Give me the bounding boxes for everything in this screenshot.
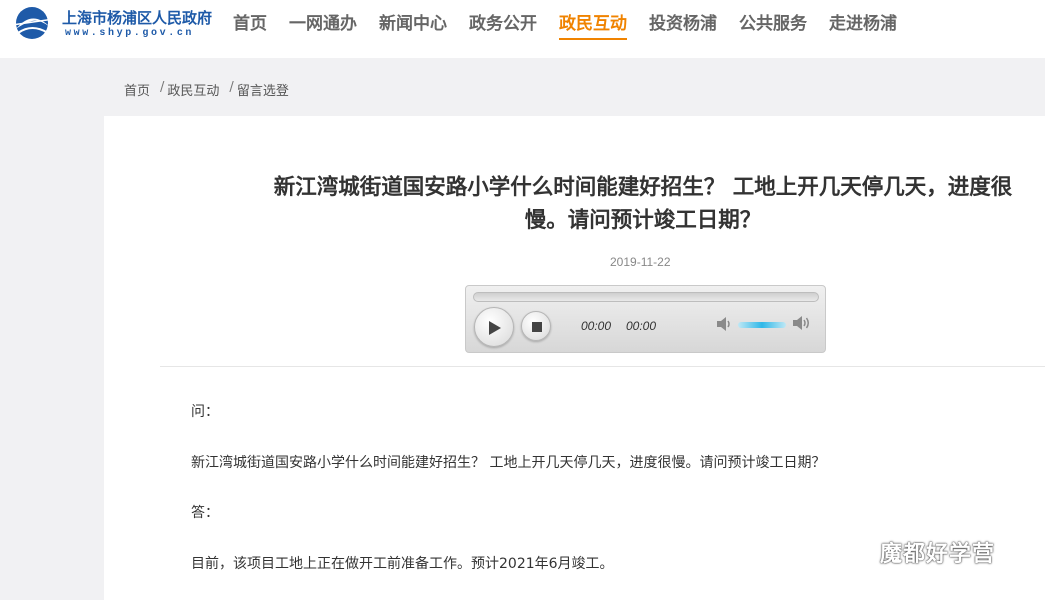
site-header: 上海市杨浦区人民政府 www.shyp.gov.cn 首页 一网通办 新闻中心 …: [0, 0, 1045, 58]
district-emblem-icon: [11, 7, 55, 39]
content-divider: [160, 366, 1045, 367]
watermark-text: 魔都好学营: [880, 542, 996, 567]
nav-item-public-interaction[interactable]: 政民互动: [548, 0, 638, 58]
volume-slider[interactable]: [738, 322, 786, 328]
answer-text: 目前，该项目工地上正在做开工前准备工作。预计2021年6月竣工。: [191, 556, 614, 572]
stop-button[interactable]: [521, 311, 551, 341]
audio-player: 00:00 00:00: [465, 285, 826, 353]
current-time: 00:00: [581, 319, 612, 333]
nav-item-invest-yangpu[interactable]: 投资杨浦: [638, 0, 728, 58]
breadcrumb-separator: /: [160, 80, 165, 95]
question-label: 问：: [191, 404, 219, 420]
active-nav-underline: [559, 38, 627, 40]
question-text: 新江湾城街道国安路小学什么时间能建好招生？ 工地上开几天停几天，进度很慢。请问预…: [191, 455, 826, 471]
volume-max-icon[interactable]: [792, 315, 812, 331]
audio-progress-bar[interactable]: [473, 292, 819, 302]
play-button[interactable]: [474, 307, 514, 347]
nav-item-home[interactable]: 首页: [222, 0, 278, 58]
breadcrumb: 首页 / 政民互动 / 留言选登: [124, 80, 289, 99]
mute-icon[interactable]: [716, 316, 734, 332]
site-url: www.shyp.gov.cn: [65, 28, 195, 39]
nav-item-public-services[interactable]: 公共服务: [728, 0, 818, 58]
nav-item-government-affairs[interactable]: 政务公开: [458, 0, 548, 58]
article-card: 新江湾城街道国安路小学什么时间能建好招生？ 工地上开几天停几天，进度很慢。请问预…: [104, 116, 1045, 600]
wechat-icon: [839, 538, 873, 565]
nav-item-about-yangpu[interactable]: 走进杨浦: [818, 0, 908, 58]
duration-time: 00:00: [626, 319, 657, 333]
article-date: 2019-11-22: [610, 255, 671, 269]
breadcrumb-public-interaction[interactable]: 政民互动: [167, 80, 219, 99]
breadcrumb-message-selection[interactable]: 留言选登: [237, 80, 289, 99]
answer-label: 答：: [191, 505, 219, 521]
breadcrumb-separator: /: [229, 80, 234, 95]
breadcrumb-home[interactable]: 首页: [124, 80, 150, 99]
stop-icon: [532, 322, 542, 332]
nav-item-news-center[interactable]: 新闻中心: [368, 0, 458, 58]
watermark: 魔都好学营: [838, 536, 995, 568]
nav-item-one-net-service[interactable]: 一网通办: [278, 0, 368, 58]
article-title: 新江湾城街道国安路小学什么时间能建好招生？ 工地上开几天停几天，进度很慢。请问预…: [273, 175, 1013, 233]
site-title: 上海市杨浦区人民政府: [62, 9, 213, 27]
site-logo[interactable]: 上海市杨浦区人民政府 www.shyp.gov.cn: [10, 5, 220, 49]
main-nav: 首页 一网通办 新闻中心 政务公开 政民互动 投资杨浦 公共服务 走进杨浦: [222, 0, 908, 58]
play-icon: [489, 321, 501, 335]
